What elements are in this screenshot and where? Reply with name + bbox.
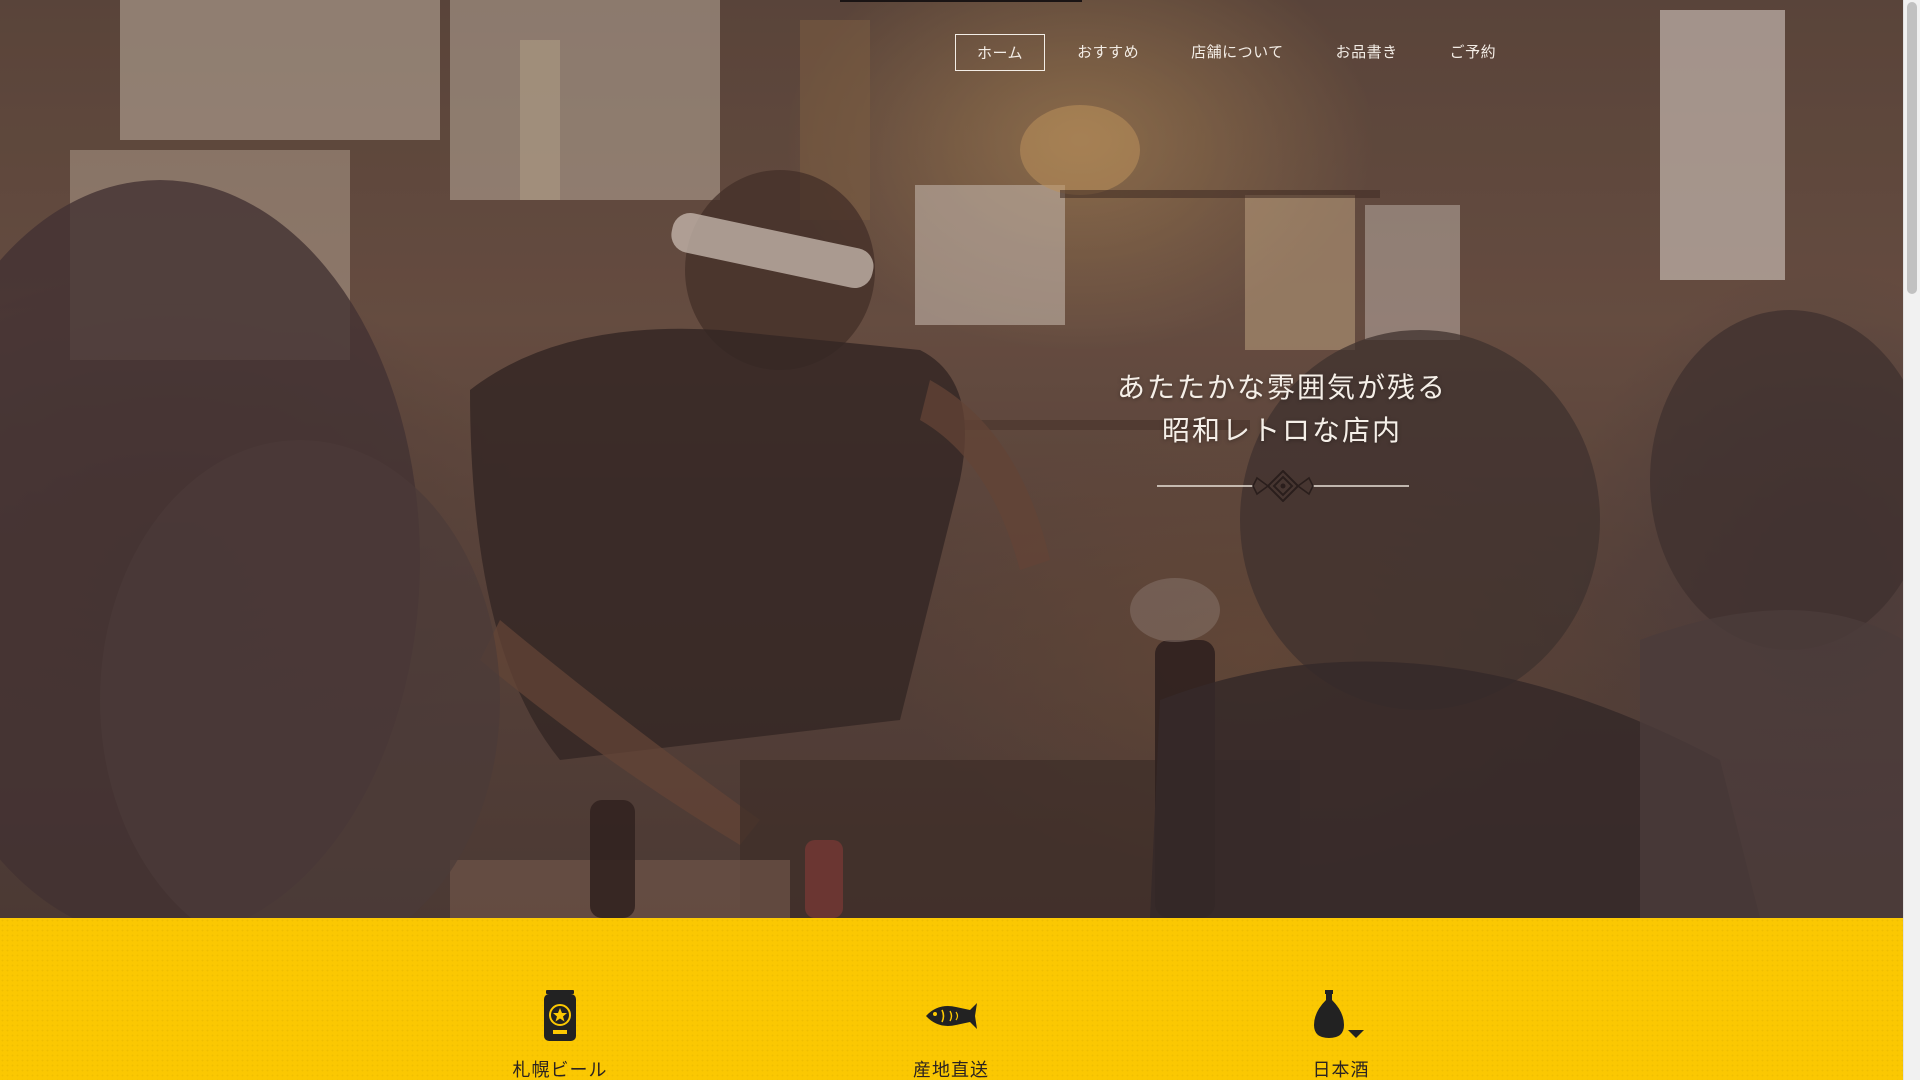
hero-headline: あたたかな雰囲気が残る 昭和レトロな店内 <box>1082 366 1482 452</box>
hero-headline-line2: 昭和レトロな店内 <box>1161 414 1402 447</box>
nav-item-home[interactable]: ホーム <box>955 34 1046 71</box>
sake-bottle-icon <box>1314 990 1364 1038</box>
scrollbar-thumb[interactable] <box>1907 2 1917 294</box>
nav-item-recommended[interactable]: おすすめ <box>1057 34 1159 71</box>
nav-item-reservation[interactable]: ご予約 <box>1430 34 1517 71</box>
fish-icon <box>926 1003 977 1029</box>
nav-item-menu[interactable]: お品書き <box>1316 34 1418 71</box>
hero-headline-line1: あたたかな雰囲気が残る <box>1116 371 1447 404</box>
ornament-divider-icon <box>1157 470 1409 502</box>
top-accent-bar <box>840 0 1082 2</box>
feature-label: 札幌ビール <box>512 1060 608 1080</box>
feature-label: 日本酒 <box>1312 1060 1370 1080</box>
feature-item-fresh-delivery: 産地直送 <box>851 990 1051 1080</box>
beer-can-icon <box>544 990 576 1041</box>
features-section: 札幌ビール 産地直送 日本酒 <box>0 918 1903 1080</box>
hero-section: ホーム おすすめ 店舗について お品書き ご予約 あたたかな雰囲気が残る 昭和レ… <box>0 0 1903 918</box>
nav-item-about-store[interactable]: 店舗について <box>1171 34 1304 71</box>
feature-item-sake: 日本酒 <box>1241 990 1441 1080</box>
hero-overlay <box>0 0 1903 918</box>
feature-label: 産地直送 <box>913 1060 989 1080</box>
page: ホーム おすすめ 店舗について お品書き ご予約 あたたかな雰囲気が残る 昭和レ… <box>0 0 1920 1080</box>
main-nav: ホーム おすすめ 店舗について お品書き ご予約 <box>955 34 1528 71</box>
feature-item-beer: 札幌ビール <box>460 990 660 1080</box>
vertical-scrollbar[interactable] <box>1903 0 1920 1080</box>
